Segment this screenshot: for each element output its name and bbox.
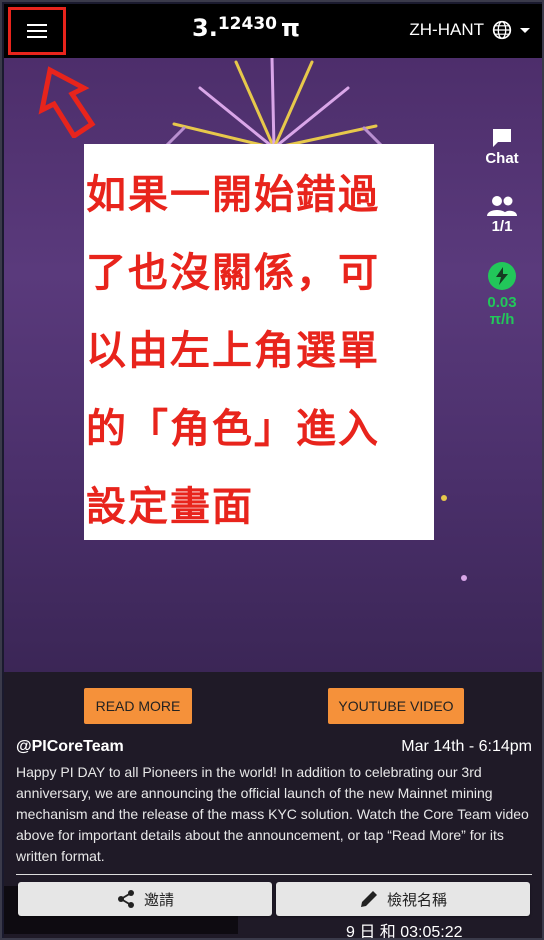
news-author: @PICoreTeam: [16, 738, 124, 755]
up-arrow-annotation-icon: [38, 66, 96, 138]
annotation-line: 的「角色」進入: [86, 406, 380, 452]
hamburger-menu-icon: [27, 24, 47, 38]
mining-rate-unit: π/h: [489, 311, 515, 328]
session-timer: 9 日 和 03:05:22: [346, 924, 463, 940]
annotation-line: 以由左上角選單: [86, 328, 380, 374]
chevron-down-icon: [520, 27, 530, 33]
news-body: Happy PI DAY to all Pioneers in the worl…: [16, 764, 529, 864]
annotation-line: 設定畫面: [86, 484, 254, 530]
view-nickname-label: 檢視名稱: [386, 891, 447, 909]
youtube-video-button[interactable]: YOUTUBE VIDEO: [328, 688, 464, 724]
view-nickname-button[interactable]: 檢視名稱: [276, 882, 530, 916]
people-icon: [487, 196, 517, 216]
chat-button[interactable]: Chat: [480, 126, 524, 167]
annotation-line: 了也沒關係，可: [86, 250, 380, 296]
invite-label: 邀請: [143, 891, 174, 909]
language-selector[interactable]: ZH-HANT: [409, 20, 530, 40]
chat-label: Chat: [485, 150, 519, 167]
pi-balance: 3. 12430 π: [192, 14, 300, 42]
lightning-bolt-icon: [488, 262, 516, 290]
read-more-button[interactable]: READ MORE: [84, 688, 192, 724]
app-frame: 3. 12430 π ZH-HANT Chat 1/1 0.03 π/h 如果一…: [0, 0, 544, 940]
pencil-icon: [360, 891, 377, 907]
mining-rate-value: 0.03: [487, 294, 517, 311]
instruction-annotation: 如果一開始錯過 了也沒關係，可 以由左上角選單 的「角色」進入 設定畫面: [84, 144, 434, 540]
globe-icon: [492, 20, 512, 40]
chat-bubble-icon: [493, 129, 511, 147]
share-icon: [117, 890, 134, 908]
invite-button[interactable]: 邀請: [18, 882, 272, 916]
top-bar: 3. 12430 π ZH-HANT: [4, 4, 542, 58]
hamburger-menu-button[interactable]: [8, 7, 66, 55]
balance-decimal: 12430: [217, 14, 277, 34]
security-circle-button[interactable]: 1/1: [480, 194, 524, 235]
pi-symbol: π: [280, 14, 300, 42]
language-label: ZH-HANT: [409, 20, 484, 39]
divider: [16, 874, 532, 875]
news-panel: READ MORE YOUTUBE VIDEO @PICoreTeam Mar …: [4, 672, 542, 940]
annotation-line: 如果一開始錯過: [86, 172, 380, 218]
mining-rate-button[interactable]: 0.03 π/h: [480, 262, 524, 328]
balance-integer: 3.: [192, 14, 218, 42]
members-count: 1/1: [491, 218, 513, 235]
news-timestamp: Mar 14th - 6:14pm: [401, 738, 532, 755]
